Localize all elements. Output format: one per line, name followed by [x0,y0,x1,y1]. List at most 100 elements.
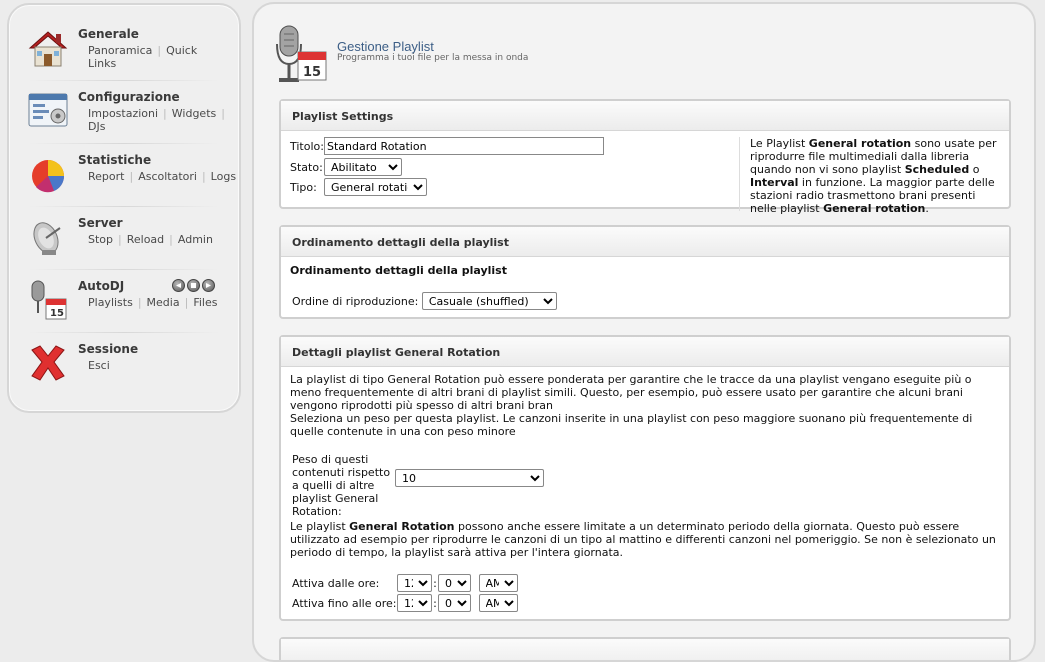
type-select[interactable]: General rotation [324,178,427,196]
link-separator: | [201,170,206,183]
active-from-label: Attiva dalle ore: [292,576,380,590]
svg-text:15: 15 [303,65,321,80]
nav-link-impostazioni[interactable]: Impostazioni [88,107,158,120]
title-input[interactable] [324,137,604,155]
settings-window-icon[interactable] [26,90,70,134]
nav-section-autodj: 15 AutoDJ Playlists | Media | Files [9,279,239,343]
microphone-calendar-icon[interactable]: 15 [26,279,70,323]
page-header: 15 Gestione Playlist Programma i tuoi fi… [254,4,1034,94]
type-row: Tipo: General rotation [290,178,427,196]
main-panel: 15 Gestione Playlist Programma i tuoi fi… [252,2,1036,662]
autodj-controls [172,279,217,295]
nav-section-sessione: Sessione Esci [9,342,239,406]
nav-links-configurazione: Impostazioni | Widgets | DJs [88,107,228,133]
nav-title-server[interactable]: Server [78,216,123,230]
nav-title-autodj[interactable]: AutoDJ [78,279,124,293]
nav-link-report[interactable]: Report [88,170,124,183]
nav-divider [29,80,219,81]
nav-link-files[interactable]: Files [193,296,217,309]
nav-divider [29,143,219,144]
active-to-row: Attiva fino alle ore: 12:00 AM [292,594,518,612]
general-rotation-hint: Le Playlist General rotation sono usate … [739,137,1001,215]
title-row: Titolo: [290,137,604,155]
nav-link-ascoltatori[interactable]: Ascoltatori [138,170,197,183]
nav-link-esci[interactable]: Esci [88,359,110,372]
weight-description: Seleziona un peso per questa playlist. L… [290,412,973,438]
from-minute-select[interactable]: 00 [438,574,471,592]
home-icon[interactable] [26,27,70,71]
stop-icon[interactable] [187,279,200,292]
link-separator: | [129,170,134,183]
nav-section-generale: Generale Panoramica | Quick Links [9,27,239,91]
to-ampm-select[interactable]: AM [478,594,518,612]
nav-title-sessione[interactable]: Sessione [78,342,138,356]
link-separator: | [137,296,142,309]
satellite-dish-icon[interactable] [26,216,70,260]
nav-links-sessione: Esci [88,359,228,372]
nav-section-configurazione: Configurazione Impostazioni | Widgets | DJs [9,90,239,154]
nav-section-statistiche: Statistiche Report | Ascoltatori | Logs [9,153,239,217]
next-track-icon[interactable] [202,279,215,292]
rotation-description: La playlist di tipo General Rotation può… [290,373,972,412]
from-ampm-select[interactable]: AM [478,574,518,592]
type-label: Tipo: [290,180,317,194]
panel-heading: Dettagli playlist General Rotation [281,337,1009,367]
nav-link-stop[interactable]: Stop [88,233,113,246]
status-row: Stato: Abilitato [290,158,402,176]
weight-select[interactable]: 10 [395,469,544,487]
rotation-body: La playlist di tipo General Rotation può… [281,367,1009,619]
nav-title-generale[interactable]: Generale [78,27,139,41]
link-separator: | [221,107,225,120]
title-label: Titolo: [290,139,324,153]
rotation-panel: Dettagli playlist General Rotation La pl… [279,335,1011,621]
nav-link-panoramica[interactable]: Panoramica [88,44,152,57]
panel-heading [281,639,1009,660]
link-separator: | [118,233,122,246]
nav-links-statistiche: Report | Ascoltatori | Logs [88,170,236,183]
nav-section-server: Server Stop | Reload | Admin [9,216,239,280]
nav-link-reload[interactable]: Reload [127,233,164,246]
nav-links-autodj: Playlists | Media | Files [88,296,228,309]
settings-panel: Playlist Settings Titolo: Stato:Abilitat… [279,99,1011,215]
nav-link-playlists[interactable]: Playlists [88,296,133,309]
panel-heading: Playlist Settings [281,101,1009,131]
active-to-label: Attiva fino alle ore: [292,596,397,610]
nav-divider [29,206,219,207]
svg-text:15: 15 [50,308,64,319]
order-select[interactable]: Casuale (shuffled) [421,292,557,310]
settings-body: Titolo: Stato:Abilitato Tipo: General rot… [281,131,1009,215]
time-description: Le playlist General Rotation possono anc… [290,520,996,559]
weight-label: Peso di questi contenuti rispetto a quel… [292,453,391,518]
to-hour-select[interactable]: 12 [397,594,432,612]
panel-heading: Ordinamento dettagli della playlist [281,227,1009,257]
status-label: Stato: [290,160,323,174]
order-subheading: Ordinamento dettagli della playlist [290,264,507,277]
order-row: Ordine di riproduzione: Casuale (shuffle… [292,292,557,310]
nav-divider [29,269,219,270]
order-label: Ordine di riproduzione: [292,294,419,308]
link-separator: | [184,296,189,309]
from-hour-select[interactable]: 12 [397,574,432,592]
order-body: Ordinamento dettagli della playlist Ordi… [281,257,1009,317]
status-select[interactable]: Abilitato [324,158,402,176]
link-separator: | [163,107,167,120]
pie-chart-icon[interactable] [26,153,70,197]
nav-links-server: Stop | Reload | Admin [88,233,228,246]
nav-link-djs[interactable]: DJs [88,120,105,133]
sidebar: Generale Panoramica | Quick Links Configur… [7,3,241,413]
page-subtitle: Programma i tuoi file per la messa in on… [337,53,529,63]
to-minute-select[interactable]: 00 [438,594,471,612]
active-from-row: Attiva dalle ore: 12:00 AM [292,574,518,592]
nav-divider [29,332,219,333]
order-panel: Ordinamento dettagli della playlist Ordi… [279,225,1011,319]
nav-link-media[interactable]: Media [147,296,180,309]
nav-link-logs[interactable]: Logs [211,170,236,183]
previous-track-icon[interactable] [172,279,185,292]
nav-link-admin[interactable]: Admin [178,233,213,246]
red-x-icon[interactable] [26,342,70,386]
link-separator: | [157,44,162,57]
nav-link-widgets[interactable]: Widgets [172,107,216,120]
nav-title-statistiche[interactable]: Statistiche [78,153,151,167]
page-title: Gestione Playlist [337,39,434,54]
nav-title-configurazione[interactable]: Configurazione [78,90,180,104]
